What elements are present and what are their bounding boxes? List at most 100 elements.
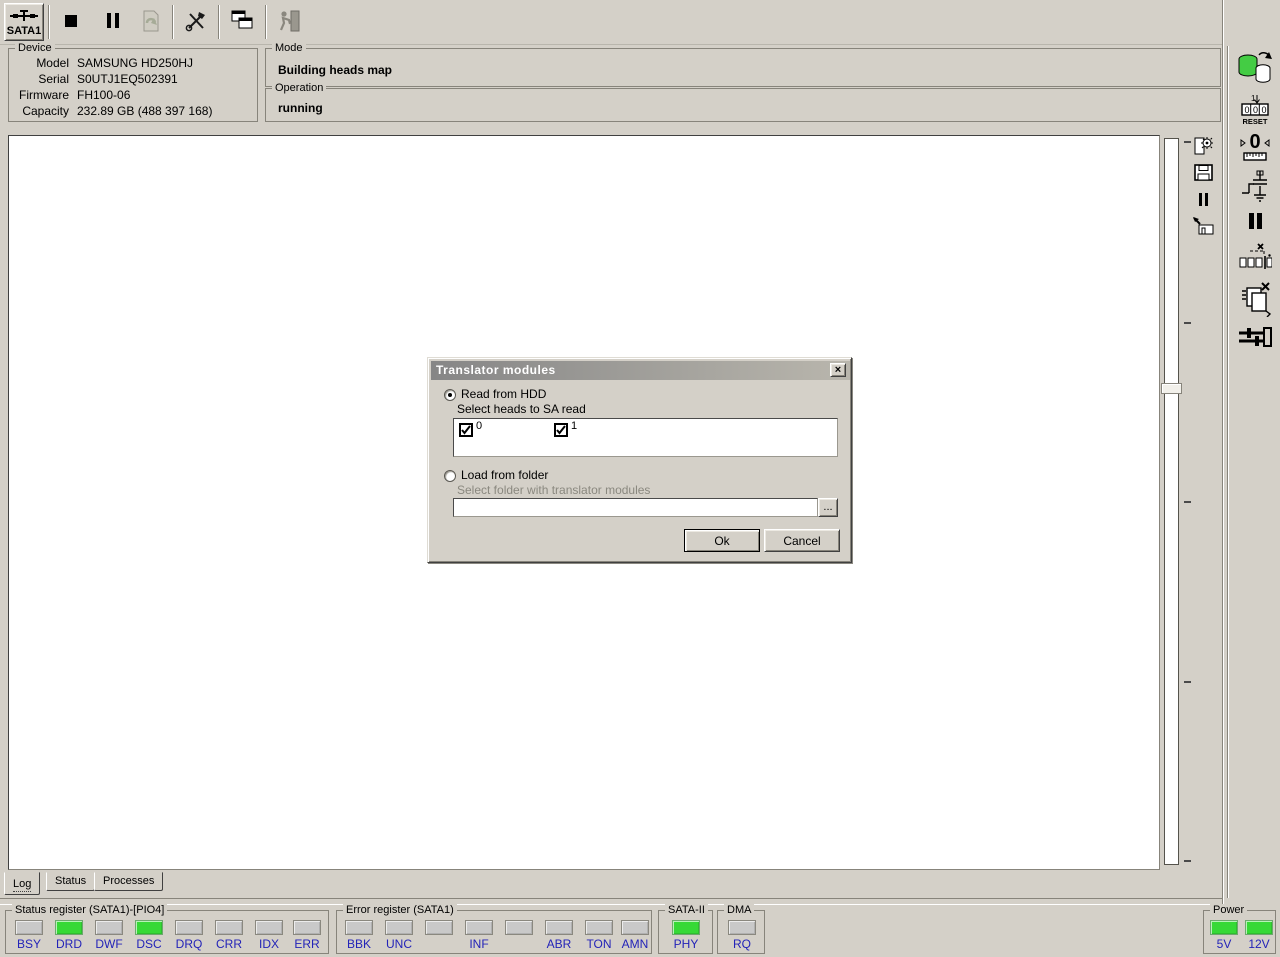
counter-advance-button[interactable] [1236,242,1274,276]
device-firmware-label: Firmware [19,88,69,102]
tab-status[interactable]: Status [46,872,96,891]
sata1-port-button[interactable]: SATA1 [4,3,44,41]
close-icon[interactable]: × [830,363,846,377]
dialog-titlebar[interactable]: Translator modules × [431,361,850,380]
stop-button[interactable] [52,3,90,41]
cascade-windows-button[interactable] [223,3,261,41]
operation-value: running [278,101,323,115]
save-log-button[interactable] [1192,164,1214,184]
led-amn [621,920,649,935]
resume-document-icon [139,9,163,36]
led-bbk [345,920,373,935]
led-5v [1210,920,1238,935]
led-phy-label: PHY [673,937,699,951]
head-0-checkbox[interactable] [459,423,473,437]
svg-text:RESET: RESET [1242,117,1267,125]
sliders-icon [1238,326,1272,351]
heads-list: 0 1 [453,418,838,457]
app-window: SATA1 Device Model SAMSUNG HD250HJ Seria… [0,0,1280,957]
toolbar-separator [265,5,267,39]
tab-processes[interactable]: Processes [94,872,164,891]
close-windows-icon [1238,281,1272,320]
load-from-folder-label[interactable]: Load from folder [461,468,548,482]
device-firmware-row: Firmware FH100-06 [9,88,257,103]
led-idx-label: IDX [258,937,279,951]
device-capacity-row: Capacity 232.89 GB (488 397 168) [9,104,257,119]
toolbar-separator [48,5,50,39]
ok-button[interactable]: Ok [684,529,760,552]
device-model-label: Model [36,56,69,70]
radio-dot [448,393,452,397]
exit-button[interactable] [270,3,308,41]
toolbar-separator [172,5,174,39]
led-crr [215,920,243,935]
led-drd [55,920,83,935]
led-12v-label: 12V [1248,937,1270,951]
progress-thumb[interactable] [1161,383,1182,394]
led-drd-label: DRD [56,937,82,951]
led-bbk-label: BBK [346,937,371,951]
log-settings-button[interactable] [1191,136,1215,160]
device-capacity-label: Capacity [22,104,69,118]
pause-icon [1198,193,1209,209]
pause-log-button[interactable] [1194,191,1212,211]
svg-text:1: 1 [1251,94,1256,103]
check-mark-icon [461,425,471,435]
tab-status-label: Status [55,875,87,887]
dialog-title: Translator modules [436,363,556,377]
head-zero-button[interactable]: 0 [1236,130,1274,166]
error-register-title: Error register (SATA1) [343,904,457,917]
svg-text:0: 0 [1249,131,1260,153]
tab-processes-label: Processes [103,875,155,887]
led-drq [175,920,203,935]
led-ton-label: TON [586,937,612,951]
document-gear-icon [1192,136,1214,161]
led-unlabeled [505,920,533,935]
led-abr-label: ABR [546,937,572,951]
eject-card-button[interactable] [1191,216,1215,240]
circuit-test-button[interactable] [1238,168,1272,206]
load-from-folder-radio[interactable] [444,470,456,482]
device-serial-value: S0UTJ1EQ502391 [77,72,178,86]
main-toolbar: SATA1 [0,0,1222,45]
read-from-hdd-radio[interactable] [444,389,456,401]
folder-path-input[interactable] [453,498,818,517]
tools-button[interactable] [177,3,215,41]
led-bsy [15,920,43,935]
device-serial-label: Serial [38,72,69,86]
mode-value: Building heads map [278,63,393,77]
led-crr-label: CRR [216,937,242,951]
head-1-checkbox[interactable] [554,423,568,437]
pause-queue-button[interactable] [1243,208,1267,236]
connection-settings-button[interactable] [1236,324,1274,352]
cancel-button[interactable]: Cancel [764,529,840,552]
svg-text:0: 0 [1262,105,1267,115]
led-err-label: ERR [294,937,320,951]
disk-copy-button[interactable] [1234,48,1276,90]
close-windows-button[interactable] [1236,280,1274,320]
mode-groupbox: Mode Building heads map [265,42,1221,87]
led-12v [1245,920,1273,935]
led-inf [465,920,493,935]
tab-log[interactable]: Log [4,872,41,895]
led-rq [728,920,756,935]
device-firmware-value: FH100-06 [77,88,131,102]
progress-tick [1184,501,1191,503]
read-from-hdd-label[interactable]: Read from HDD [461,387,546,401]
device-model-row: Model SAMSUNG HD250HJ [9,56,257,71]
pause-icon [1248,212,1263,233]
select-folder-hint: Select folder with translator modules [457,483,651,497]
sata2-groupbox: SATA-II PHY [658,904,713,954]
resume-task-button[interactable] [132,3,170,41]
reset-counter-button[interactable]: 1 0 0 0 RESET [1236,92,1274,128]
hand-card-icon [1192,216,1215,240]
window-edge-highlight [1223,0,1224,905]
save-floppy-icon [1193,164,1213,184]
translator-modules-dialog: Translator modules × Read from HDD Selec… [427,357,852,563]
led-unlabeled [425,920,453,935]
browse-folder-button[interactable]: ... [818,498,838,517]
status-register-groupbox: Status register (SATA1)-[PIO4] BSY DRD D… [5,904,329,954]
led-abr [545,920,573,935]
pause-button[interactable] [94,3,132,41]
sata2-title: SATA-II [665,904,708,917]
